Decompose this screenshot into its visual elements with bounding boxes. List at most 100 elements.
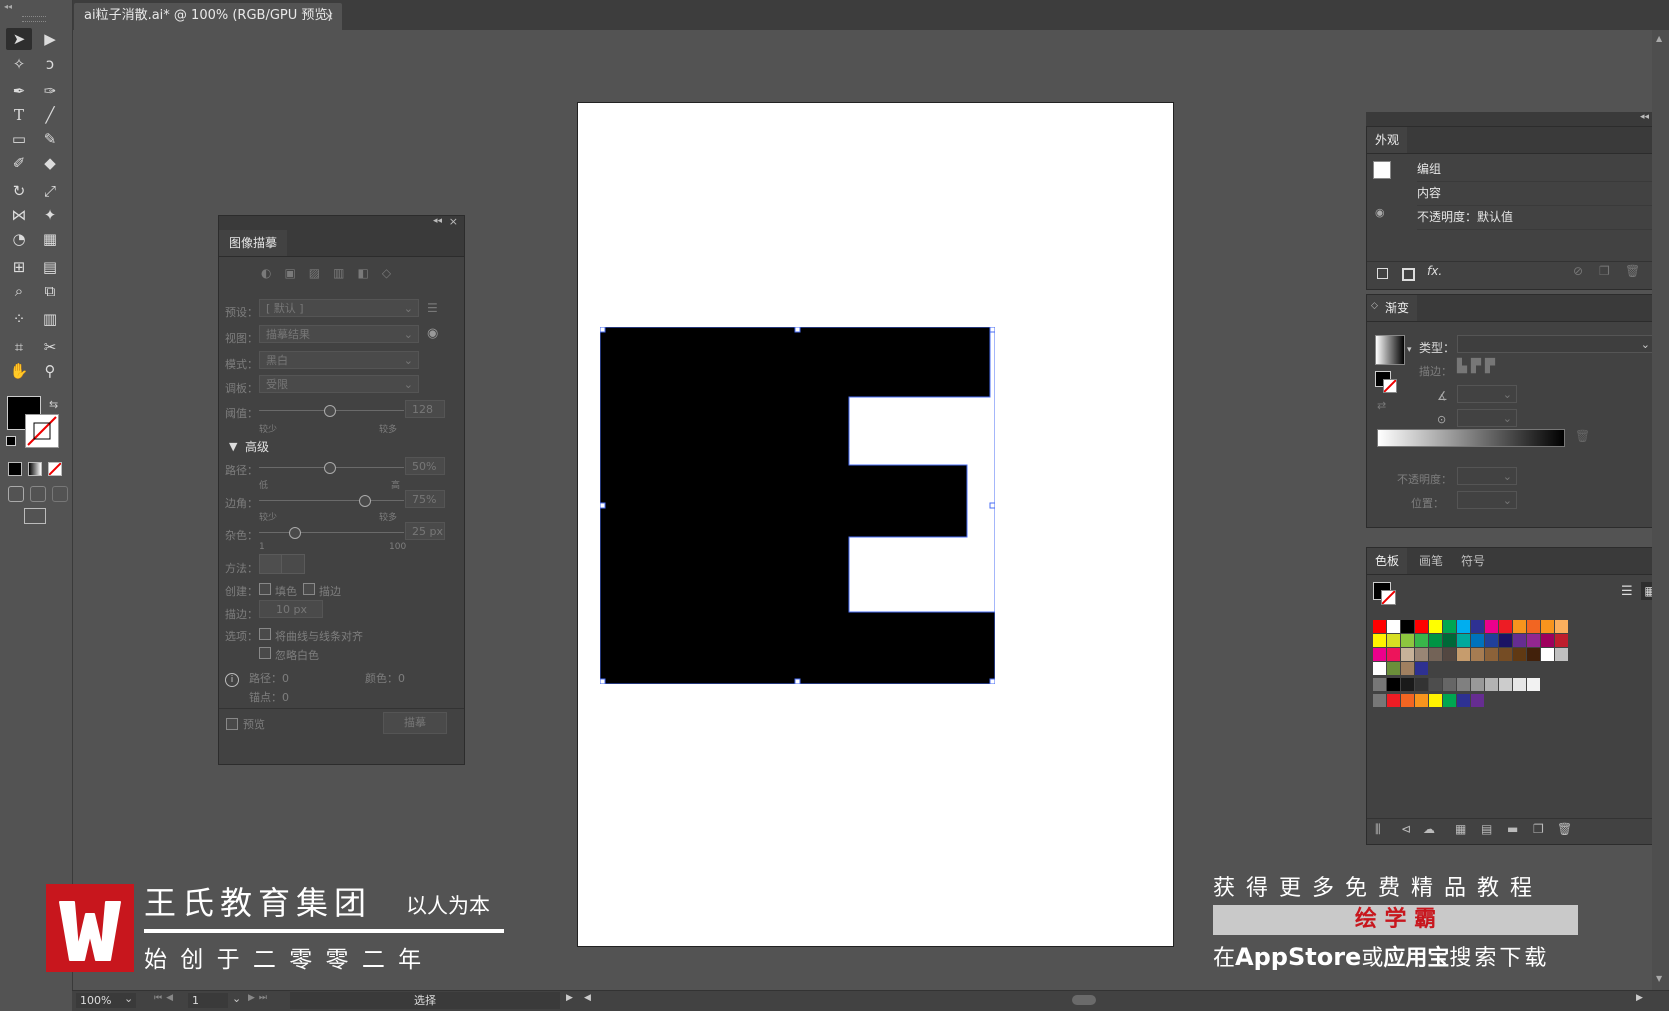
pattern-swatch[interactable] bbox=[1387, 662, 1400, 675]
shape-builder-tool-icon[interactable]: ◔ bbox=[6, 228, 32, 250]
duplicate-item-icon[interactable]: ❐ bbox=[1599, 264, 1610, 278]
color-swatch[interactable] bbox=[1429, 620, 1442, 633]
color-swatch[interactable] bbox=[1499, 634, 1512, 647]
color-swatch[interactable] bbox=[1401, 634, 1414, 647]
corners-slider[interactable] bbox=[259, 500, 404, 501]
type-tool-icon[interactable]: T bbox=[6, 104, 32, 126]
color-swatch[interactable] bbox=[1527, 620, 1540, 633]
scroll-right-icon[interactable]: ▶ bbox=[1636, 993, 1643, 1003]
scroll-down-icon[interactable]: ▼ bbox=[1656, 974, 1662, 983]
zoom-tool-icon[interactable]: ⚲ bbox=[37, 360, 63, 382]
mode-select[interactable]: 黑白 ⌄ bbox=[259, 351, 419, 369]
color-swatch[interactable] bbox=[1457, 620, 1470, 633]
tab-symbols[interactable]: 符号 bbox=[1453, 548, 1493, 574]
pattern-swatch[interactable] bbox=[1373, 662, 1386, 675]
lasso-tool-icon[interactable]: ↄ bbox=[37, 53, 63, 75]
mesh-tool-icon[interactable]: ⊞ bbox=[6, 256, 32, 278]
color-swatch[interactable] bbox=[1541, 634, 1554, 647]
close-tab-icon[interactable]: × bbox=[324, 3, 334, 29]
color-swatch[interactable] bbox=[1373, 634, 1386, 647]
add-fill-icon[interactable] bbox=[1402, 268, 1415, 281]
draw-behind-icon[interactable] bbox=[30, 486, 46, 502]
bright-swatch[interactable] bbox=[1471, 694, 1484, 707]
dock-header[interactable]: ◂◂ × bbox=[1366, 111, 1669, 126]
magic-wand-tool-icon[interactable]: ✧ bbox=[6, 53, 32, 75]
fx-icon[interactable]: fx. bbox=[1427, 264, 1442, 278]
preset-menu-icon[interactable]: ☰ bbox=[427, 301, 438, 315]
threshold-input[interactable]: 128 bbox=[405, 400, 445, 418]
toolbar-grip[interactable] bbox=[22, 16, 46, 22]
color-swatch[interactable] bbox=[1513, 648, 1526, 661]
color-swatch[interactable] bbox=[1401, 648, 1414, 661]
tab-image-trace[interactable]: 图像描摹 bbox=[219, 230, 288, 256]
symbol-sprayer-tool-icon[interactable]: ⁘ bbox=[6, 308, 32, 330]
color-swatch[interactable] bbox=[1415, 634, 1428, 647]
color-swatch[interactable] bbox=[1499, 620, 1512, 633]
selection-tool-icon[interactable]: ➤ bbox=[6, 28, 32, 50]
scroll-left-icon[interactable]: ◀ bbox=[584, 993, 591, 1003]
paths-input[interactable]: 50% bbox=[405, 457, 445, 475]
new-swatch-icon[interactable]: ❐ bbox=[1533, 822, 1544, 836]
method-overlapping-icon[interactable] bbox=[281, 554, 305, 574]
bright-swatch[interactable] bbox=[1457, 694, 1470, 707]
swatch-libraries-icon[interactable]: ⫼ bbox=[1375, 822, 1381, 837]
grayscale-swatch[interactable] bbox=[1401, 678, 1414, 691]
gradient-tool-icon[interactable]: ▤ bbox=[37, 256, 63, 278]
color-swatch[interactable] bbox=[1527, 634, 1540, 647]
palette-select[interactable]: 受限 ⌄ bbox=[259, 375, 419, 393]
color-swatch[interactable] bbox=[1485, 620, 1498, 633]
pattern-swatch[interactable] bbox=[1401, 662, 1414, 675]
ignore-white-checkbox[interactable] bbox=[259, 647, 271, 659]
rectangle-tool-icon[interactable]: ▭ bbox=[6, 128, 32, 150]
color-mode-icon[interactable] bbox=[8, 462, 22, 476]
grayscale-swatch[interactable] bbox=[1499, 678, 1512, 691]
tab-brushes[interactable]: 画笔 bbox=[1411, 548, 1451, 574]
advanced-section-label[interactable]: 高级 bbox=[245, 438, 269, 455]
noise-slider[interactable] bbox=[259, 532, 404, 533]
eye-icon[interactable]: ◉ bbox=[427, 326, 438, 341]
color-swatch[interactable] bbox=[1555, 648, 1568, 661]
gradient-stroke-swatch[interactable] bbox=[1383, 379, 1397, 393]
grayscale-swatch[interactable] bbox=[1471, 678, 1484, 691]
tab-swatches[interactable]: 色板 bbox=[1367, 548, 1408, 574]
pattern-swatch[interactable] bbox=[1415, 662, 1428, 675]
appearance-contents-row[interactable]: 内容 bbox=[1417, 181, 1657, 206]
color-swatch[interactable] bbox=[1471, 620, 1484, 633]
trash-icon[interactable]: 🗑 bbox=[1625, 264, 1640, 278]
color-swatch[interactable] bbox=[1415, 620, 1428, 633]
draw-inside-icon[interactable] bbox=[52, 486, 68, 502]
color-swatch[interactable] bbox=[1457, 634, 1470, 647]
color-swatch[interactable] bbox=[1373, 620, 1386, 633]
folder-icon[interactable]: ▬ bbox=[1507, 822, 1518, 836]
slice-tool-icon[interactable]: ✂ bbox=[37, 336, 63, 358]
gradient-mode-icon[interactable] bbox=[28, 462, 42, 476]
folder-icon[interactable] bbox=[1373, 694, 1386, 707]
grayscale-swatch[interactable] bbox=[1443, 678, 1456, 691]
color-swatch[interactable] bbox=[1513, 620, 1526, 633]
eyedropper-tool-icon[interactable]: ⌕ bbox=[6, 280, 32, 302]
blend-tool-icon[interactable]: ⧉ bbox=[37, 280, 63, 302]
gradient-type-select[interactable]: ⌄ bbox=[1457, 335, 1657, 353]
collapse-toolbar-icon[interactable]: ◂◂ bbox=[4, 2, 12, 11]
gradient-location-select[interactable]: ⌄ bbox=[1457, 491, 1517, 509]
color-swatch[interactable] bbox=[1415, 648, 1428, 661]
artboard-tool-icon[interactable]: ⌗ bbox=[6, 336, 32, 358]
advanced-toggle-icon[interactable]: ▼ bbox=[229, 440, 237, 453]
puppet-warp-tool-icon[interactable]: ✦ bbox=[37, 204, 63, 226]
gradient-angle-select[interactable]: ⌄ bbox=[1457, 385, 1517, 403]
bright-swatch[interactable] bbox=[1415, 694, 1428, 707]
color-swatch[interactable] bbox=[1387, 648, 1400, 661]
color-swatch[interactable] bbox=[1373, 648, 1386, 661]
curvature-tool-icon[interactable]: ✑ bbox=[37, 80, 63, 102]
bright-swatch[interactable] bbox=[1401, 694, 1414, 707]
view-select[interactable]: 描摹结果 ⌄ bbox=[259, 325, 419, 343]
create-fill-checkbox[interactable] bbox=[259, 583, 271, 595]
grayscale-swatch[interactable] bbox=[1485, 678, 1498, 691]
hand-tool-icon[interactable]: ✋ bbox=[6, 360, 32, 382]
color-swatch[interactable] bbox=[1471, 648, 1484, 661]
show-swatch-kinds-icon[interactable]: ⊲ bbox=[1401, 822, 1411, 836]
swatch-options-icon[interactable]: ▦ bbox=[1455, 822, 1466, 836]
delete-stop-icon[interactable]: 🗑 bbox=[1575, 429, 1590, 443]
method-abutting-icon[interactable] bbox=[259, 554, 283, 574]
grayscale-swatch[interactable] bbox=[1429, 678, 1442, 691]
